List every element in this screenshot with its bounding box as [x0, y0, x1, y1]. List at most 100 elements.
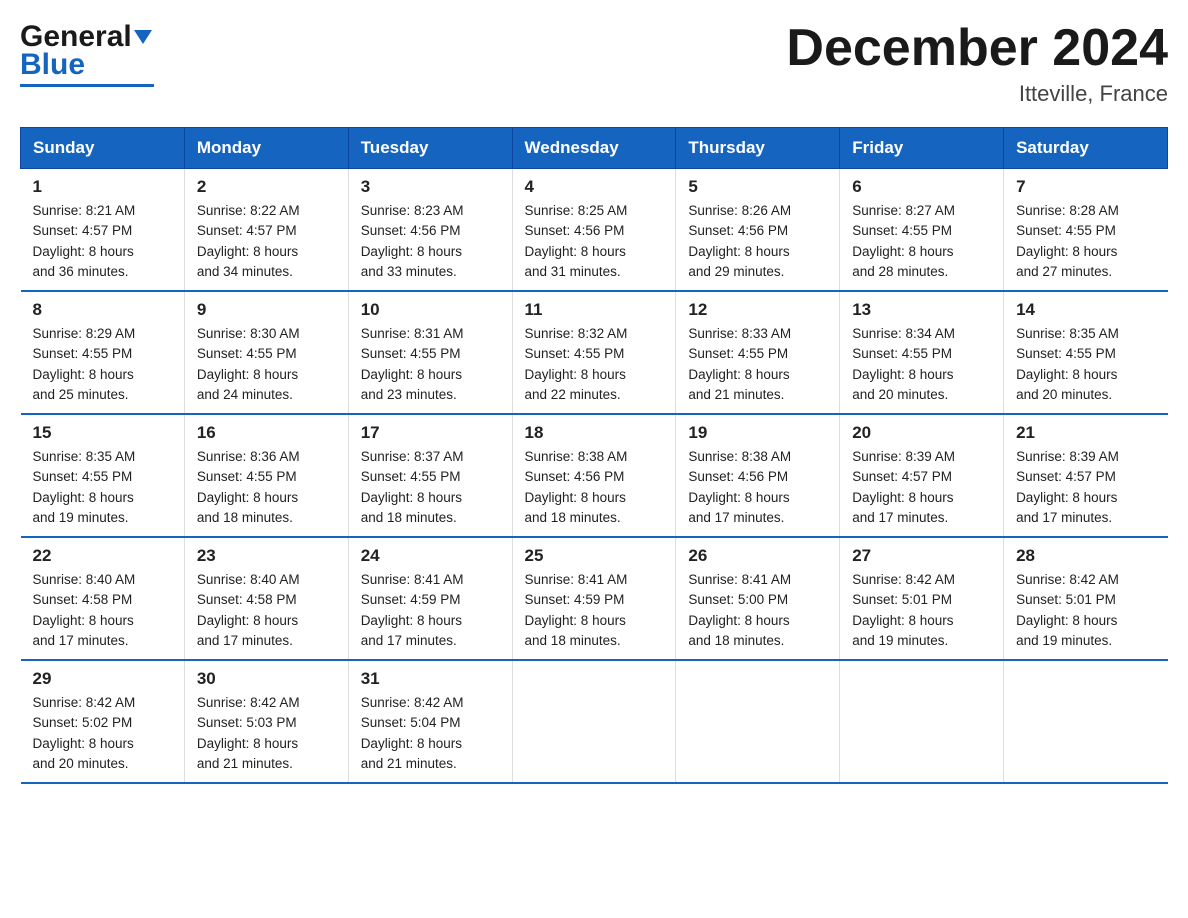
- day-info: Sunrise: 8:34 AM Sunset: 4:55 PM Dayligh…: [852, 324, 991, 405]
- day-info: Sunrise: 8:21 AM Sunset: 4:57 PM Dayligh…: [33, 201, 172, 282]
- day-info: Sunrise: 8:42 AM Sunset: 5:04 PM Dayligh…: [361, 693, 500, 774]
- day-info: Sunrise: 8:22 AM Sunset: 4:57 PM Dayligh…: [197, 201, 336, 282]
- calendar-cell: [676, 660, 840, 783]
- logo-blue-row: Blue: [20, 48, 85, 82]
- col-friday: Friday: [840, 128, 1004, 169]
- col-monday: Monday: [184, 128, 348, 169]
- day-info: Sunrise: 8:38 AM Sunset: 4:56 PM Dayligh…: [525, 447, 664, 528]
- day-number: 7: [1016, 177, 1155, 197]
- logo-underline: [20, 84, 154, 87]
- calendar-cell: 6Sunrise: 8:27 AM Sunset: 4:55 PM Daylig…: [840, 169, 1004, 292]
- day-number: 2: [197, 177, 336, 197]
- day-info: Sunrise: 8:41 AM Sunset: 4:59 PM Dayligh…: [525, 570, 664, 651]
- calendar-wrapper: Sunday Monday Tuesday Wednesday Thursday…: [20, 127, 1168, 784]
- calendar-table: Sunday Monday Tuesday Wednesday Thursday…: [20, 127, 1168, 784]
- day-info: Sunrise: 8:29 AM Sunset: 4:55 PM Dayligh…: [33, 324, 172, 405]
- day-number: 26: [688, 546, 827, 566]
- day-info: Sunrise: 8:42 AM Sunset: 5:03 PM Dayligh…: [197, 693, 336, 774]
- day-number: 17: [361, 423, 500, 443]
- calendar-cell: 16Sunrise: 8:36 AM Sunset: 4:55 PM Dayli…: [184, 414, 348, 537]
- day-number: 14: [1016, 300, 1155, 320]
- calendar-cell: 28Sunrise: 8:42 AM Sunset: 5:01 PM Dayli…: [1004, 537, 1168, 660]
- day-info: Sunrise: 8:38 AM Sunset: 4:56 PM Dayligh…: [688, 447, 827, 528]
- day-info: Sunrise: 8:35 AM Sunset: 4:55 PM Dayligh…: [1016, 324, 1155, 405]
- day-number: 19: [688, 423, 827, 443]
- day-number: 31: [361, 669, 500, 689]
- day-info: Sunrise: 8:42 AM Sunset: 5:01 PM Dayligh…: [852, 570, 991, 651]
- month-title: December 2024: [786, 20, 1168, 77]
- day-info: Sunrise: 8:32 AM Sunset: 4:55 PM Dayligh…: [525, 324, 664, 405]
- calendar-cell: 15 Sunrise: 8:35 AM Sunset: 4:55 PM Dayli…: [21, 414, 185, 537]
- calendar-cell: [1004, 660, 1168, 783]
- day-number: 1: [33, 177, 172, 197]
- day-number: 30: [197, 669, 336, 689]
- day-info: Sunrise: 8:42 AM Sunset: 5:02 PM Dayligh…: [33, 693, 172, 774]
- calendar-cell: 1 Sunrise: 8:21 AM Sunset: 4:57 PM Daylig…: [21, 169, 185, 292]
- day-number: 24: [361, 546, 500, 566]
- logo-blue: Blue: [20, 48, 85, 82]
- calendar-cell: 18Sunrise: 8:38 AM Sunset: 4:56 PM Dayli…: [512, 414, 676, 537]
- day-number: 28: [1016, 546, 1155, 566]
- day-number: 3: [361, 177, 500, 197]
- day-number: 15: [33, 423, 172, 443]
- calendar-cell: 20 Sunrise: 8:39 AM Sunset: 4:57 PM Dayli…: [840, 414, 1004, 537]
- day-number: 9: [197, 300, 336, 320]
- calendar-cell: 13 Sunrise: 8:34 AM Sunset: 4:55 PM Dayli…: [840, 291, 1004, 414]
- calendar-week-row: 29 Sunrise: 8:42 AM Sunset: 5:02 PM Dayli…: [21, 660, 1168, 783]
- calendar-cell: 19 Sunrise: 8:38 AM Sunset: 4:56 PM Dayli…: [676, 414, 840, 537]
- calendar-cell: 22 Sunrise: 8:40 AM Sunset: 4:58 PM Dayli…: [21, 537, 185, 660]
- day-info: Sunrise: 8:35 AM Sunset: 4:55 PM Dayligh…: [33, 447, 172, 528]
- calendar-cell: [512, 660, 676, 783]
- calendar-cell: 7Sunrise: 8:28 AM Sunset: 4:55 PM Daylig…: [1004, 169, 1168, 292]
- calendar-cell: 4Sunrise: 8:25 AM Sunset: 4:56 PM Daylig…: [512, 169, 676, 292]
- calendar-cell: 31 Sunrise: 8:42 AM Sunset: 5:04 PM Dayli…: [348, 660, 512, 783]
- location: Itteville, France: [786, 81, 1168, 107]
- calendar-cell: 8 Sunrise: 8:29 AM Sunset: 4:55 PM Daylig…: [21, 291, 185, 414]
- day-info: Sunrise: 8:31 AM Sunset: 4:55 PM Dayligh…: [361, 324, 500, 405]
- day-info: Sunrise: 8:41 AM Sunset: 4:59 PM Dayligh…: [361, 570, 500, 651]
- day-info: Sunrise: 8:39 AM Sunset: 4:57 PM Dayligh…: [852, 447, 991, 528]
- calendar-cell: 12Sunrise: 8:33 AM Sunset: 4:55 PM Dayli…: [676, 291, 840, 414]
- calendar-cell: 3Sunrise: 8:23 AM Sunset: 4:56 PM Daylig…: [348, 169, 512, 292]
- calendar-cell: 17 Sunrise: 8:37 AM Sunset: 4:55 PM Dayli…: [348, 414, 512, 537]
- day-info: Sunrise: 8:37 AM Sunset: 4:55 PM Dayligh…: [361, 447, 500, 528]
- day-number: 20: [852, 423, 991, 443]
- col-tuesday: Tuesday: [348, 128, 512, 169]
- calendar-cell: 25 Sunrise: 8:41 AM Sunset: 4:59 PM Dayli…: [512, 537, 676, 660]
- calendar-cell: 14 Sunrise: 8:35 AM Sunset: 4:55 PM Dayli…: [1004, 291, 1168, 414]
- day-number: 27: [852, 546, 991, 566]
- day-number: 8: [33, 300, 172, 320]
- day-number: 4: [525, 177, 664, 197]
- calendar-cell: 27 Sunrise: 8:42 AM Sunset: 5:01 PM Dayli…: [840, 537, 1004, 660]
- day-number: 6: [852, 177, 991, 197]
- logo-container: General Blue: [20, 20, 154, 87]
- calendar-cell: 23 Sunrise: 8:40 AM Sunset: 4:58 PM Dayli…: [184, 537, 348, 660]
- day-info: Sunrise: 8:41 AM Sunset: 5:00 PM Dayligh…: [688, 570, 827, 651]
- col-sunday: Sunday: [21, 128, 185, 169]
- logo-triangle-icon: [134, 30, 152, 44]
- calendar-cell: 9 Sunrise: 8:30 AM Sunset: 4:55 PM Daylig…: [184, 291, 348, 414]
- day-number: 11: [525, 300, 664, 320]
- col-wednesday: Wednesday: [512, 128, 676, 169]
- day-number: 21: [1016, 423, 1155, 443]
- day-info: Sunrise: 8:30 AM Sunset: 4:55 PM Dayligh…: [197, 324, 336, 405]
- day-info: Sunrise: 8:40 AM Sunset: 4:58 PM Dayligh…: [33, 570, 172, 651]
- day-info: Sunrise: 8:26 AM Sunset: 4:56 PM Dayligh…: [688, 201, 827, 282]
- day-number: 29: [33, 669, 172, 689]
- day-number: 13: [852, 300, 991, 320]
- day-number: 23: [197, 546, 336, 566]
- day-info: Sunrise: 8:39 AM Sunset: 4:57 PM Dayligh…: [1016, 447, 1155, 528]
- calendar-cell: 5Sunrise: 8:26 AM Sunset: 4:56 PM Daylig…: [676, 169, 840, 292]
- calendar-cell: [840, 660, 1004, 783]
- page-header: General December 2024 Itteville, France: [20, 20, 1168, 107]
- calendar-cell: 24 Sunrise: 8:41 AM Sunset: 4:59 PM Dayli…: [348, 537, 512, 660]
- calendar-cell: 2 Sunrise: 8:22 AM Sunset: 4:57 PM Daylig…: [184, 169, 348, 292]
- calendar-cell: 30 Sunrise: 8:42 AM Sunset: 5:03 PM Dayli…: [184, 660, 348, 783]
- calendar-cell: 10Sunrise: 8:31 AM Sunset: 4:55 PM Dayli…: [348, 291, 512, 414]
- day-info: Sunrise: 8:40 AM Sunset: 4:58 PM Dayligh…: [197, 570, 336, 651]
- calendar-cell: 26 Sunrise: 8:41 AM Sunset: 5:00 PM Dayli…: [676, 537, 840, 660]
- day-number: 25: [525, 546, 664, 566]
- day-number: 22: [33, 546, 172, 566]
- calendar-cell: 29 Sunrise: 8:42 AM Sunset: 5:02 PM Dayli…: [21, 660, 185, 783]
- calendar-cell: 11 Sunrise: 8:32 AM Sunset: 4:55 PM Dayli…: [512, 291, 676, 414]
